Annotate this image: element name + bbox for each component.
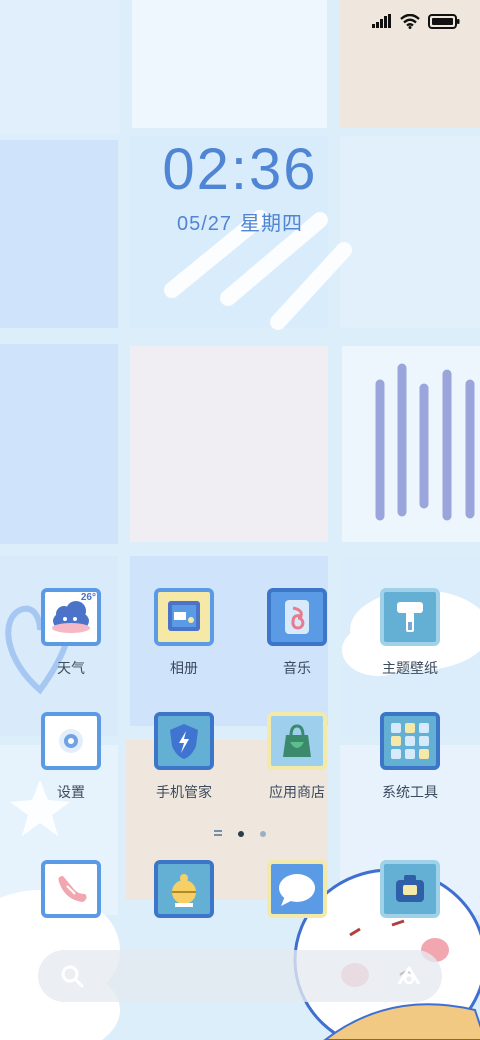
gallery-icon bbox=[154, 588, 214, 646]
search-bar[interactable] bbox=[38, 950, 442, 1002]
app-label: 系统工具 bbox=[382, 784, 438, 800]
weather-temp: 26° bbox=[80, 592, 96, 603]
app-gallery[interactable]: 相册 bbox=[127, 588, 241, 678]
app-label: 相册 bbox=[170, 660, 198, 676]
security-icon bbox=[154, 712, 214, 770]
app-label: 应用商店 bbox=[269, 784, 325, 800]
app-label: 手机管家 bbox=[156, 784, 212, 800]
app-weather[interactable]: 26° 天气 bbox=[14, 588, 128, 678]
phone-icon bbox=[41, 860, 101, 918]
app-label: 天气 bbox=[57, 660, 85, 676]
app-label: 主题壁纸 bbox=[382, 660, 438, 676]
music-icon bbox=[267, 588, 327, 646]
wifi-icon bbox=[400, 13, 420, 29]
messages-icon bbox=[267, 860, 327, 918]
app-store-icon bbox=[267, 712, 327, 770]
app-music[interactable]: 音乐 bbox=[240, 588, 354, 678]
contacts-icon bbox=[154, 860, 214, 918]
settings-icon bbox=[41, 712, 101, 770]
tools-folder-icon bbox=[380, 712, 440, 770]
dock-camera[interactable] bbox=[353, 860, 467, 918]
clock-widget[interactable]: 02:36 05/27 星期四 bbox=[0, 136, 480, 236]
battery-icon bbox=[428, 13, 460, 29]
voice-search-icon[interactable] bbox=[396, 964, 422, 988]
folder-system-tools[interactable]: 系统工具 bbox=[353, 712, 467, 802]
weather-icon: 26° bbox=[41, 588, 101, 646]
app-themes[interactable]: 主题壁纸 bbox=[353, 588, 467, 678]
app-label: 音乐 bbox=[283, 660, 311, 676]
clock-time: 02:36 bbox=[162, 137, 318, 202]
themes-icon bbox=[380, 588, 440, 646]
app-settings[interactable]: 设置 bbox=[14, 712, 128, 802]
page-list-icon[interactable] bbox=[213, 829, 222, 836]
app-label: 设置 bbox=[57, 784, 85, 800]
camera-icon bbox=[380, 860, 440, 918]
page-indicator[interactable] bbox=[0, 824, 480, 842]
status-bar bbox=[372, 10, 460, 32]
signal-icon bbox=[372, 14, 392, 28]
page-dot[interactable] bbox=[260, 831, 267, 837]
app-store[interactable]: 应用商店 bbox=[240, 712, 354, 802]
app-security[interactable]: 手机管家 bbox=[127, 712, 241, 802]
dock-contacts[interactable] bbox=[127, 860, 241, 918]
clock-date: 05/27 星期四 bbox=[0, 207, 480, 236]
dock-phone[interactable] bbox=[14, 860, 128, 918]
page-dot-active[interactable] bbox=[238, 831, 244, 837]
dock-messages[interactable] bbox=[240, 860, 354, 918]
date-text: 05/27 bbox=[176, 213, 233, 235]
weekday-text: 星期四 bbox=[240, 213, 304, 235]
search-icon bbox=[61, 965, 84, 988]
